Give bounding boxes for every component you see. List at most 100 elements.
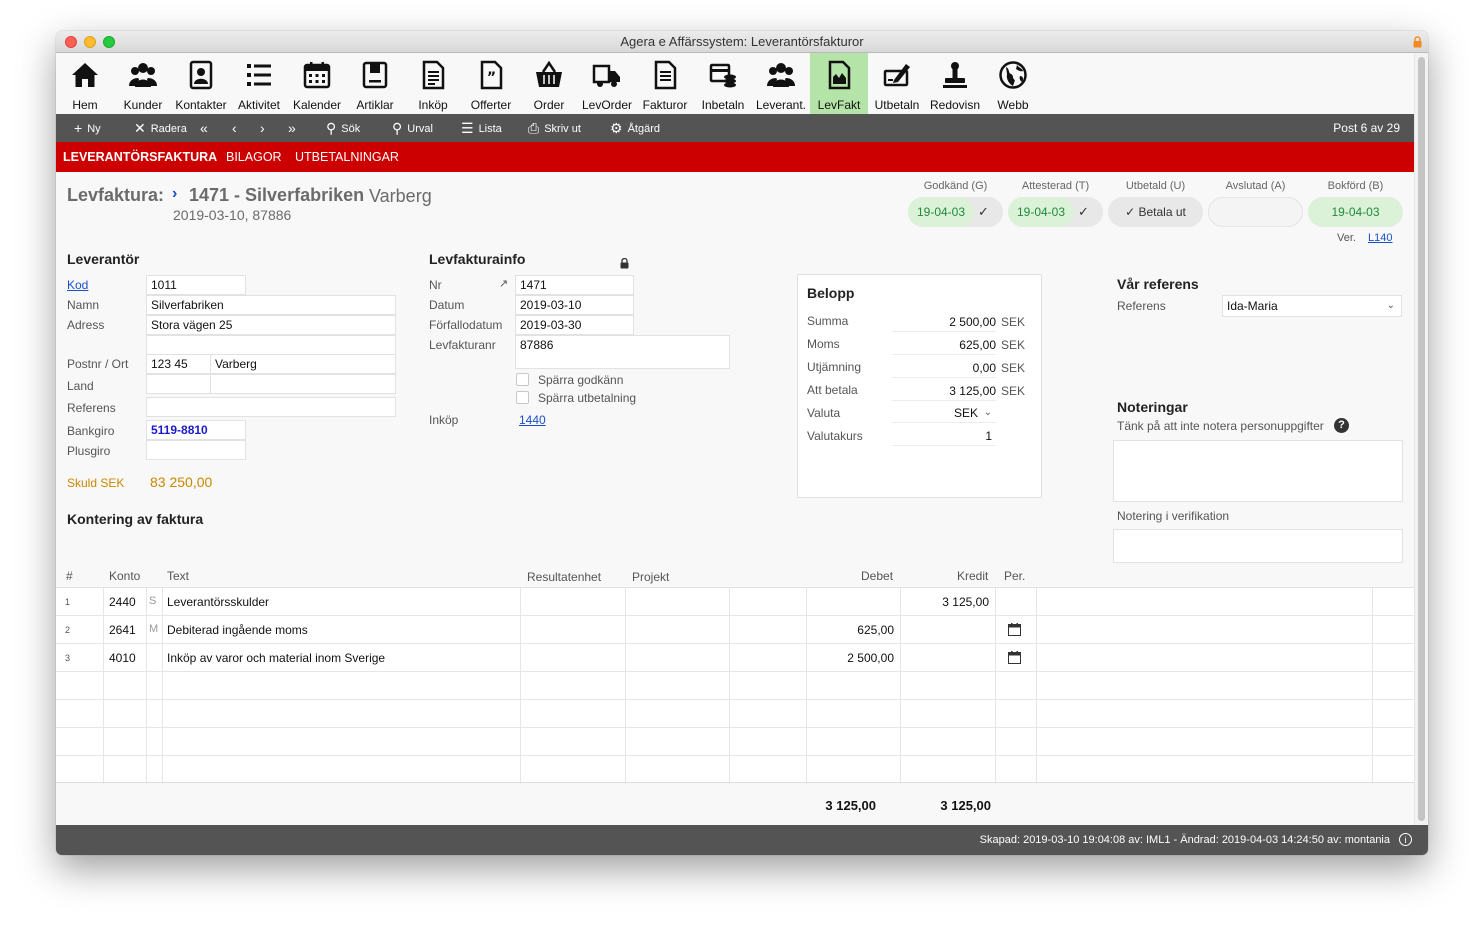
- truck-icon: [592, 64, 620, 87]
- open-external-icon[interactable]: ↗: [499, 277, 508, 290]
- vat-value[interactable]: 625,00: [892, 335, 996, 355]
- incoming-payment-icon: [709, 63, 736, 88]
- sum-value[interactable]: 2 500,00: [892, 312, 996, 332]
- invoice-nr-field[interactable]: 1471: [515, 275, 634, 295]
- chevron-right-icon[interactable]: ›: [172, 185, 177, 203]
- supplier-code-link[interactable]: Kod: [67, 278, 88, 292]
- toolbar-inkop[interactable]: Inköp: [404, 53, 462, 114]
- to-pay-currency: SEK: [1001, 384, 1026, 398]
- purchase-link[interactable]: 1440: [519, 413, 546, 427]
- currency-select[interactable]: SEK ⌄: [892, 403, 996, 423]
- search-button[interactable]: ⚲ Sök: [326, 114, 360, 143]
- print-button[interactable]: ⎙ Skriv ut: [528, 114, 581, 143]
- rounding-currency: SEK: [1001, 361, 1026, 375]
- supplier-country-field[interactable]: [210, 374, 396, 394]
- column-header-account[interactable]: Konto: [109, 569, 140, 583]
- toolbar-leverant[interactable]: Leverant.: [752, 53, 810, 114]
- tab-leverantorsfaktura[interactable]: LEVERANTÖRSFAKTURA: [63, 142, 217, 172]
- toolbar-aktivitet[interactable]: Aktivitet: [230, 53, 288, 114]
- toolbar-artiklar[interactable]: Artiklar: [346, 53, 404, 114]
- title-bar: Agera e Affärssystem: Leverantörsfakturo…: [56, 31, 1428, 53]
- list-icon: ☰: [461, 120, 474, 136]
- exchange-rate-value[interactable]: 1: [892, 426, 996, 446]
- toolbar-offerter[interactable]: ” Offerter: [462, 53, 520, 114]
- zoom-window-button[interactable]: [103, 36, 115, 48]
- supplier-postal-field[interactable]: 123 45: [146, 354, 211, 374]
- supplier-plusgiro-field[interactable]: [146, 440, 246, 460]
- next-record-button[interactable]: ›: [260, 114, 270, 143]
- column-header-unit[interactable]: Resultatenhet: [527, 570, 601, 584]
- column-header-credit[interactable]: Kredit: [957, 569, 988, 583]
- rounding-value[interactable]: 0,00: [892, 358, 996, 378]
- toolbar-redovisn[interactable]: Redovisn: [926, 53, 984, 114]
- supplier-invoice-number-field[interactable]: 87886: [515, 335, 730, 369]
- column-header-project[interactable]: Projekt: [632, 570, 669, 584]
- verification-link[interactable]: L140: [1368, 232, 1392, 244]
- toolbar-hem[interactable]: Hem: [56, 53, 114, 114]
- toolbar-kunder[interactable]: Kunder: [114, 53, 172, 114]
- supplier-address2-field[interactable]: [146, 335, 396, 355]
- toolbar-kontakter[interactable]: Kontakter: [172, 53, 230, 114]
- check-icon: ✓: [1078, 204, 1089, 219]
- toolbar-webb[interactable]: Webb: [984, 53, 1042, 114]
- approved-status[interactable]: 19-04-03 ✓: [908, 197, 1003, 227]
- previous-record-button[interactable]: ‹: [232, 114, 242, 143]
- period-calendar-icon[interactable]: [1008, 651, 1021, 664]
- supplier-name-field[interactable]: Silverfabriken: [146, 295, 396, 315]
- supplier-invoice-icon: [828, 60, 851, 90]
- booked-status[interactable]: 19-04-03: [1308, 197, 1403, 227]
- last-record-button[interactable]: »: [288, 114, 301, 143]
- new-button[interactable]: + Ny: [74, 114, 101, 143]
- supplier-city-field[interactable]: Varberg: [210, 354, 396, 374]
- closed-label: Avslutad (A): [1225, 180, 1286, 192]
- toolbar-inbetaln[interactable]: Inbetaln: [694, 53, 752, 114]
- filter-button[interactable]: ⚲ Urval: [392, 114, 433, 143]
- supplier-code-field[interactable]: 1011: [146, 275, 246, 295]
- closed-status[interactable]: [1208, 197, 1303, 227]
- tab-bilagor[interactable]: BILAGOR: [226, 142, 282, 172]
- action-menu-button[interactable]: ⚙ Åtgärd: [610, 114, 660, 143]
- block-approve-checkbox[interactable]: [516, 373, 529, 386]
- sum-currency: SEK: [1001, 315, 1026, 329]
- info-icon[interactable]: i: [1399, 833, 1412, 846]
- toolbar-order[interactable]: Order: [520, 53, 578, 114]
- first-record-button[interactable]: «: [200, 114, 213, 143]
- pay-out-button[interactable]: ✓ Betala ut: [1108, 197, 1203, 227]
- invoice-due-field[interactable]: 2019-03-30: [515, 315, 634, 335]
- module-toolbar: Hem Kunder Kontakter Aktivitet Kalender …: [56, 53, 1414, 114]
- verification-note-field[interactable]: [1113, 529, 1403, 563]
- attested-status[interactable]: 19-04-03 ✓: [1008, 197, 1103, 227]
- help-icon[interactable]: ?: [1334, 418, 1349, 433]
- toolbar-utbetaln[interactable]: Utbetaln: [868, 53, 926, 114]
- toolbar-levfakt[interactable]: LevFakt: [810, 53, 868, 114]
- tab-utbetalningar[interactable]: UTBETALNINGAR: [295, 142, 399, 172]
- column-header-period[interactable]: Per.: [1004, 569, 1025, 583]
- block-payment-checkbox[interactable]: [516, 391, 529, 404]
- our-reference-select[interactable]: Ida-Maria ⌄: [1222, 295, 1402, 317]
- calendar-icon: [303, 62, 331, 89]
- vertical-scrollbar[interactable]: [1414, 53, 1428, 825]
- column-header-text[interactable]: Text: [167, 569, 189, 583]
- booking-section-title: Kontering av faktura: [67, 511, 204, 527]
- list-button[interactable]: ☰ Lista: [461, 114, 502, 143]
- lock-icon[interactable]: [620, 258, 629, 269]
- column-header-debit[interactable]: Debet: [861, 569, 893, 583]
- column-header-num: #: [66, 569, 73, 583]
- supplier-country-code-field[interactable]: [146, 374, 211, 394]
- supplier-reference-field[interactable]: [146, 397, 396, 417]
- toolbar-kalender[interactable]: Kalender: [288, 53, 346, 114]
- notes-textarea[interactable]: [1113, 440, 1403, 502]
- supplier-bankgiro-field[interactable]: 5119-8810: [146, 420, 246, 440]
- toolbar-levorder[interactable]: LevOrder: [578, 53, 636, 114]
- scrollbar-thumb[interactable]: [1418, 57, 1425, 821]
- period-calendar-icon[interactable]: [1008, 623, 1021, 636]
- articles-icon: [362, 61, 388, 89]
- delete-button[interactable]: ✕ Radera: [134, 114, 187, 143]
- invoice-date-field[interactable]: 2019-03-10: [515, 295, 634, 315]
- minimize-window-button[interactable]: [84, 36, 96, 48]
- close-window-button[interactable]: [65, 36, 77, 48]
- toolbar-fakturor[interactable]: Fakturor: [636, 53, 694, 114]
- supplier-plusgiro-label: Plusgiro: [67, 444, 111, 458]
- total-debit: 3 125,00: [825, 798, 876, 813]
- supplier-address-field[interactable]: Stora vägen 25: [146, 315, 396, 335]
